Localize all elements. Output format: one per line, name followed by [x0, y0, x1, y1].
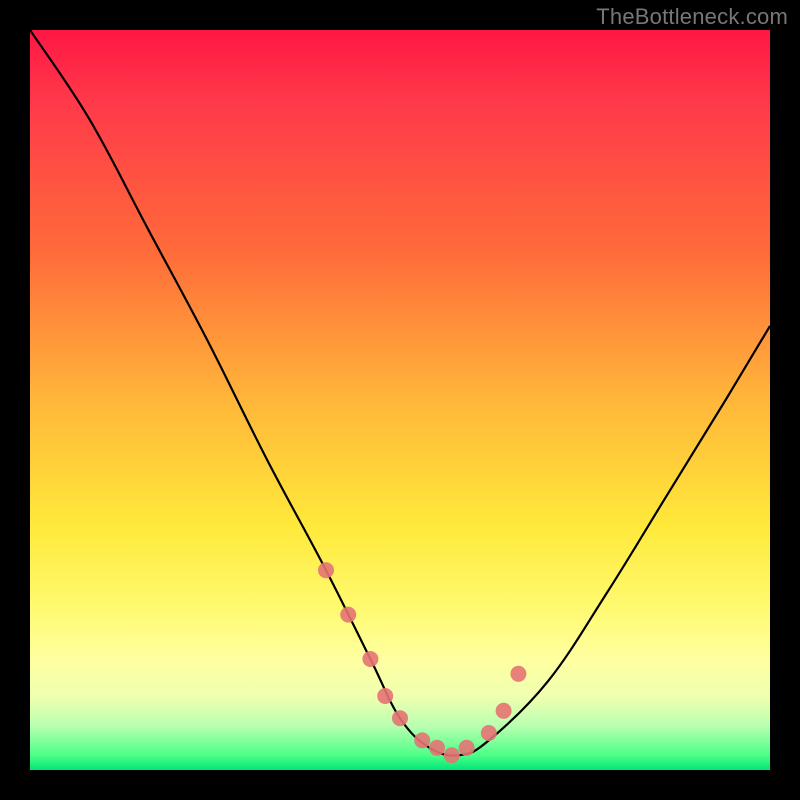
- marker-dot: [444, 747, 460, 763]
- marker-dot: [481, 725, 497, 741]
- marker-group: [318, 562, 526, 763]
- marker-dot: [392, 710, 408, 726]
- marker-dot: [362, 651, 378, 667]
- chart-svg: [30, 30, 770, 770]
- marker-dot: [496, 703, 512, 719]
- marker-dot: [414, 732, 430, 748]
- marker-dot: [377, 688, 393, 704]
- marker-dot: [429, 740, 445, 756]
- marker-dot: [340, 607, 356, 623]
- marker-dot: [459, 740, 475, 756]
- plot-area: [30, 30, 770, 770]
- marker-dot: [510, 666, 526, 682]
- chart-frame: TheBottleneck.com: [0, 0, 800, 800]
- marker-dot: [318, 562, 334, 578]
- bottleneck-curve: [30, 30, 770, 756]
- watermark-text: TheBottleneck.com: [596, 4, 788, 30]
